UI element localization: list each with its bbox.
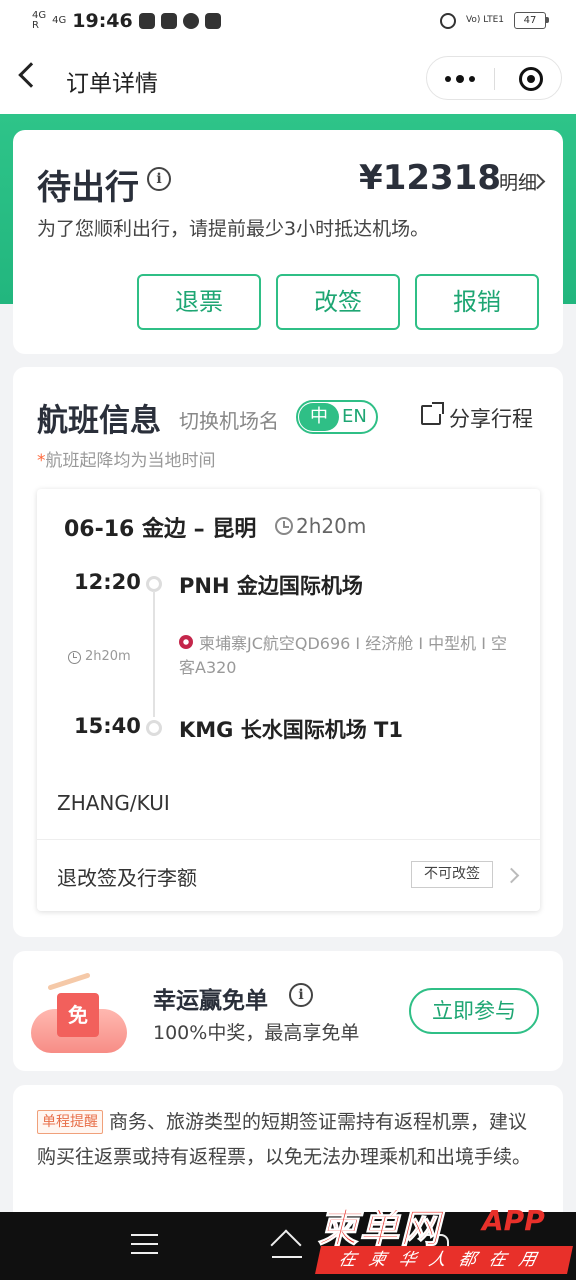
toggle-zh[interactable]: 中 xyxy=(299,403,339,431)
watermark-slogan: 在柬华人都在用 xyxy=(315,1246,573,1274)
plane-decoration xyxy=(47,972,91,991)
clock-icon xyxy=(275,517,293,535)
order-status-card: 待出行 i ¥12318 明细 为了您顺利出行，请提前最少3小时抵达机场。 退票… xyxy=(13,130,563,354)
language-toggle[interactable]: 中 EN xyxy=(296,400,378,434)
clock-icon-small xyxy=(68,651,81,664)
flight-duration: 2h20m xyxy=(85,649,131,664)
airline-info: 柬埔寨JC航空QD696 I 经济舱 I 中型机 I 空客A320 xyxy=(179,634,508,677)
app-icon xyxy=(204,13,221,29)
more-icon[interactable] xyxy=(445,75,475,83)
facebook-icon xyxy=(138,13,155,29)
order-status: 待出行 xyxy=(37,168,139,208)
capsule-divider xyxy=(494,68,495,90)
alarm-icon xyxy=(439,12,456,29)
share-icon[interactable] xyxy=(421,402,444,425)
airport-name-switch-label: 切换机场名 xyxy=(179,409,279,433)
change-button[interactable]: 改签 xyxy=(276,274,400,330)
refund-change-baggage-link[interactable]: 退改签及行李额 xyxy=(57,862,197,891)
reminder-tag: 单程提醒 xyxy=(37,1110,103,1134)
status-bar-right: Vo) LTE1 47 xyxy=(439,12,549,29)
status-bar-left: 4G R 4G 19:46 xyxy=(32,10,221,32)
menu-icon[interactable] xyxy=(131,1234,158,1256)
flight-info-card: 航班信息 切换机场名 中 EN 分享行程 *航班起降均为当地时间 06-16 金… xyxy=(13,367,563,937)
refund-button[interactable]: 退票 xyxy=(137,274,261,330)
free-ticket-icon: 免 xyxy=(57,993,99,1037)
arrival-time: 15:40 xyxy=(74,714,141,738)
watermark: 柬单网 APP 在柬华人都在用 xyxy=(315,1196,576,1280)
info-icon[interactable]: i xyxy=(289,983,313,1007)
promo-card: 免 幸运赢免单 i 100%中奖，最高享免单 立即参与 xyxy=(13,951,563,1071)
flight-segment: 06-16 金边 – 昆明 2h20m 12:20 PNH 金边国际机场 2h2… xyxy=(37,489,540,911)
departure-airport: PNH 金边国际机场 xyxy=(179,574,363,598)
battery-icon: 47 xyxy=(514,12,549,29)
close-target-icon[interactable] xyxy=(519,67,543,91)
signal-icon: 4G R xyxy=(32,10,47,31)
watermark-app: APP xyxy=(482,1204,545,1237)
back-arrow-icon[interactable] xyxy=(18,62,44,88)
departure-dot xyxy=(146,576,162,592)
chat-icon xyxy=(182,13,199,29)
info-icon[interactable]: i xyxy=(147,167,171,191)
reimburse-button[interactable]: 报销 xyxy=(415,274,539,330)
promo-title: 幸运赢免单 xyxy=(153,988,268,1014)
divider xyxy=(37,839,540,840)
airport-arrival-note: 为了您顺利出行，请提前最少3小时抵达机场。 xyxy=(37,218,430,240)
toggle-en[interactable]: EN xyxy=(342,404,367,430)
timezone-note: *航班起降均为当地时间 xyxy=(37,451,216,471)
signal-icon-2: 4G xyxy=(52,15,67,26)
one-way-reminder: 单程提醒 商务、旅游类型的短期签证需持有返程机票，建议购买往返票或持有返程票，以免… xyxy=(37,1105,537,1175)
passenger-name: ZHANG/KUI xyxy=(57,791,170,815)
status-badge: 不可改签 xyxy=(411,861,493,888)
chevron-right-icon[interactable] xyxy=(503,867,520,884)
status-time: 19:46 xyxy=(72,10,133,32)
status-bar: 4G R 4G 19:46 Vo) LTE1 47 xyxy=(0,0,576,44)
route-title: 06-16 金边 – 昆明 xyxy=(64,517,257,542)
page-title: 订单详情 xyxy=(66,71,158,97)
promo-subtitle: 100%中奖，最高享免单 xyxy=(153,1022,360,1044)
miniprogram-capsule xyxy=(426,56,562,100)
volte-indicator: Vo) LTE1 xyxy=(465,15,504,25)
departure-time: 12:20 xyxy=(74,570,141,594)
arrival-dot xyxy=(146,720,162,736)
share-itinerary-link[interactable]: 分享行程 xyxy=(449,403,533,433)
free-ticket-illustration: 免 xyxy=(25,971,131,1059)
reminder-text: 商务、旅游类型的短期签证需持有返程机票，建议购买往返票或持有返程票，以免无法办理… xyxy=(37,1111,532,1168)
join-now-button[interactable]: 立即参与 xyxy=(409,988,539,1034)
gallery-icon xyxy=(160,13,177,29)
home-icon[interactable] xyxy=(270,1229,304,1261)
order-price: ¥12318 xyxy=(359,158,501,198)
timeline xyxy=(153,591,155,717)
section-title: 航班信息 xyxy=(37,403,161,439)
arrival-airport: KMG 长水国际机场 T1 xyxy=(179,718,403,742)
nav-bar: 订单详情 xyxy=(0,44,576,114)
route-duration: 2h20m xyxy=(296,514,367,538)
